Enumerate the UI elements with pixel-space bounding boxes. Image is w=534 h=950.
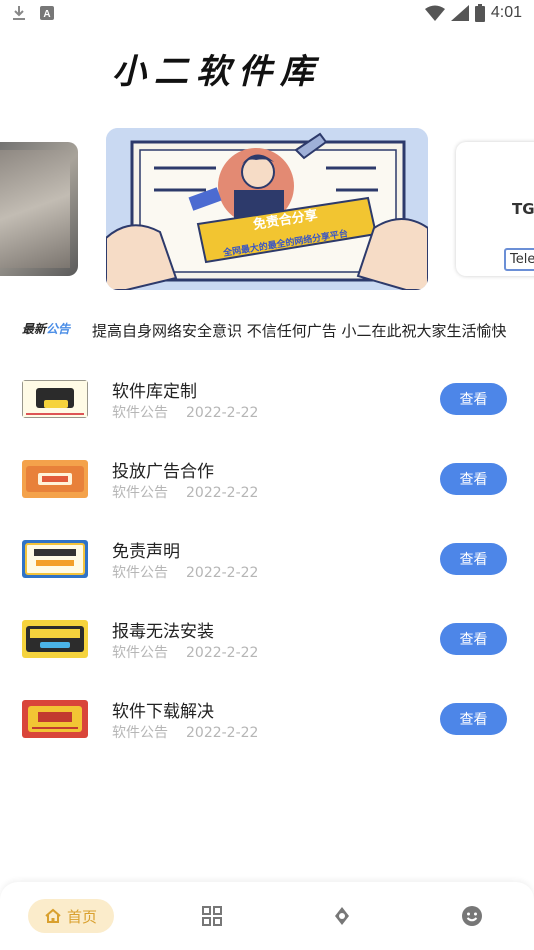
list-item[interactable]: 软件库定制 软件公告 2022-2-22 查看: [0, 360, 534, 440]
post-date: 2022-2-22: [186, 405, 259, 421]
discover-icon: [335, 907, 349, 925]
post-title: 投放广告合作: [112, 462, 214, 482]
download-fix-thumbnail: [22, 700, 88, 738]
post-date: 2022-2-22: [186, 485, 259, 501]
view-button[interactable]: 查看: [440, 543, 507, 575]
post-date: 2022-2-22: [186, 565, 259, 581]
status-bar: A 4:01: [0, 0, 534, 28]
banner-next-title: TG: [512, 200, 534, 218]
post-title: 软件下载解决: [112, 702, 214, 722]
post-date: 2022-2-22: [186, 645, 259, 661]
tab-category[interactable]: [200, 904, 224, 928]
notice-badge-latest: 最新: [22, 322, 47, 336]
view-button[interactable]: 查看: [440, 383, 507, 415]
view-button[interactable]: 查看: [440, 463, 507, 495]
post-category: 软件公告: [112, 565, 168, 581]
post-category: 软件公告: [112, 405, 168, 421]
post-meta: 软件公告 2022-2-22: [112, 722, 258, 742]
smile-icon: [462, 906, 482, 926]
banner-next-subtitle: Tele: [504, 248, 534, 271]
post-title: 免责声明: [112, 542, 180, 562]
virus-install-thumbnail: [22, 620, 88, 658]
notice-text: 提高自身网络安全意识 不信任何广告 小二在此祝大家生活愉快: [92, 322, 507, 340]
banner-photo: [0, 150, 70, 268]
app-logo: 小二软件库: [112, 52, 322, 92]
download-icon: [13, 6, 25, 20]
post-title: 报毒无法安装: [112, 622, 214, 642]
status-time: 4:01: [490, 4, 522, 21]
post-category: 软件公告: [112, 725, 168, 741]
disclaimer-thumbnail: [22, 540, 88, 578]
custom-thumbnail: [22, 380, 88, 418]
tab-home[interactable]: 首页: [28, 899, 114, 933]
notice-badge-announcement: 公告: [46, 322, 71, 336]
a-notification-icon: A: [40, 6, 54, 20]
signal-icon: [450, 5, 469, 21]
wifi-icon: [424, 5, 445, 21]
tab-profile[interactable]: [460, 904, 484, 928]
banner-illustration: 免责合分享 全网最大的最全的网络分享平台: [106, 128, 428, 290]
home-icon: [45, 908, 61, 923]
post-category: 软件公告: [112, 485, 168, 501]
list-item[interactable]: 免责声明 软件公告 2022-2-22 查看: [0, 520, 534, 600]
tab-discover[interactable]: [330, 904, 354, 928]
post-meta: 软件公告 2022-2-22: [112, 402, 258, 422]
post-meta: 软件公告 2022-2-22: [112, 642, 258, 662]
post-meta: 软件公告 2022-2-22: [112, 562, 258, 582]
bottom-tab-bar: 首页: [0, 882, 534, 950]
tab-home-label: 首页: [66, 907, 97, 926]
svg-text:A: A: [43, 9, 50, 20]
post-title: 软件库定制: [112, 382, 197, 402]
notice-badge: 最新公告: [22, 320, 70, 337]
banner-card-previous[interactable]: [0, 142, 78, 276]
battery-icon: [474, 4, 485, 22]
list-item[interactable]: 报毒无法安装 软件公告 2022-2-22 查看: [0, 600, 534, 680]
list-item[interactable]: 投放广告合作 软件公告 2022-2-22 查看: [0, 440, 534, 520]
grid-icon: [202, 906, 222, 926]
banner-carousel[interactable]: 免责合分享 全网最大的最全的网络分享平台 TG Tele: [0, 128, 534, 293]
banner-card-current[interactable]: 免责合分享 全网最大的最全的网络分享平台: [106, 128, 428, 290]
banner-card-next[interactable]: TG Tele: [456, 142, 534, 276]
view-button[interactable]: 查看: [440, 623, 507, 655]
notice-bar[interactable]: 最新公告 提高自身网络安全意识 不信任何广告 小二在此祝大家生活愉快: [0, 318, 534, 344]
list-item[interactable]: 软件下载解决 软件公告 2022-2-22 查看: [0, 680, 534, 760]
post-meta: 软件公告 2022-2-22: [112, 482, 258, 502]
view-button[interactable]: 查看: [440, 703, 507, 735]
ad-cooperation-thumbnail: [22, 460, 88, 498]
post-date: 2022-2-22: [186, 725, 259, 741]
post-category: 软件公告: [112, 645, 168, 661]
